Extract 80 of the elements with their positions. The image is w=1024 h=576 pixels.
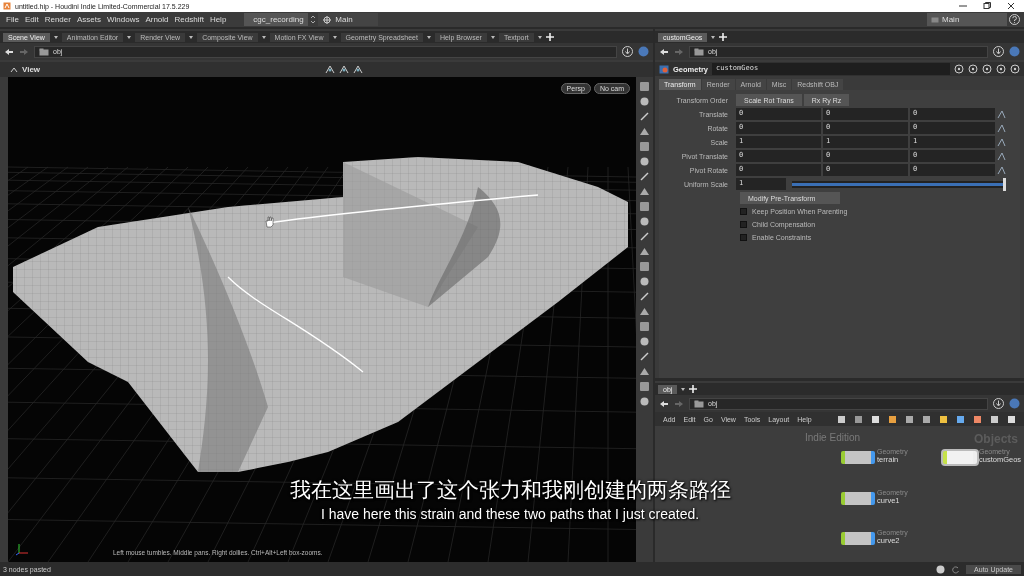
link-circle-icon[interactable] bbox=[638, 46, 649, 57]
view-menu-icon[interactable] bbox=[10, 65, 18, 74]
tab-menu-icon[interactable] bbox=[188, 34, 195, 40]
tab-menu-icon[interactable] bbox=[52, 34, 59, 40]
slider-track[interactable] bbox=[792, 180, 1006, 188]
display-tool-icon[interactable] bbox=[639, 171, 650, 182]
display-tool-icon[interactable] bbox=[639, 96, 650, 107]
slider-handle[interactable] bbox=[1003, 177, 1006, 191]
display-tool-icon[interactable] bbox=[639, 291, 650, 302]
display-tool-icon[interactable] bbox=[639, 396, 650, 407]
menu-item[interactable]: Redshift bbox=[172, 15, 206, 24]
desktop-selector[interactable]: cgc_recording bbox=[244, 13, 309, 26]
tab-menu-icon[interactable] bbox=[710, 34, 717, 40]
display-tool-icon[interactable] bbox=[639, 186, 650, 197]
back-arrow-icon[interactable] bbox=[4, 47, 14, 56]
display-tool-icon[interactable] bbox=[639, 306, 650, 317]
context-selector[interactable]: Main bbox=[927, 13, 1007, 26]
network-node[interactable] bbox=[841, 451, 875, 464]
cook-icon bbox=[936, 564, 946, 574]
network-node[interactable] bbox=[841, 532, 875, 545]
folder-icon bbox=[694, 47, 704, 56]
display-tool-icon[interactable] bbox=[639, 111, 650, 122]
add-tab-icon[interactable] bbox=[689, 385, 698, 393]
pin-icon[interactable] bbox=[622, 46, 633, 57]
folder-icon bbox=[39, 47, 49, 56]
back-arrow-icon[interactable] bbox=[659, 399, 669, 408]
tab-menu-icon[interactable] bbox=[260, 34, 267, 40]
checkbox[interactable] bbox=[740, 234, 747, 241]
subtitle-text: I have here this strain and these two paths that I just created. bbox=[320, 506, 700, 522]
display-tool-icon[interactable] bbox=[639, 276, 650, 287]
link-circle-icon[interactable] bbox=[1009, 398, 1020, 409]
display-tool-icon[interactable] bbox=[639, 156, 650, 167]
slider-fill[interactable] bbox=[792, 182, 1003, 186]
pin-icon[interactable] bbox=[993, 398, 1004, 409]
menu-item[interactable]: Windows bbox=[104, 15, 142, 24]
display-tool-icon[interactable] bbox=[639, 141, 650, 152]
display-tool-icon[interactable] bbox=[639, 351, 650, 362]
subtitle-text: 我在这里画出了这个张力和我刚创建的两条路径 bbox=[289, 477, 731, 504]
checkbox[interactable] bbox=[740, 221, 747, 228]
display-tool-icon[interactable] bbox=[639, 381, 650, 392]
checkbox[interactable] bbox=[740, 208, 747, 215]
hand-cursor-icon bbox=[264, 216, 274, 228]
view-title: View bbox=[22, 65, 41, 74]
tab-menu-icon[interactable] bbox=[536, 34, 543, 40]
menu-item[interactable]: Assets bbox=[74, 15, 103, 24]
display-tool-icon[interactable] bbox=[639, 246, 650, 257]
display-tool-icon[interactable] bbox=[639, 231, 650, 242]
refresh-icon[interactable] bbox=[951, 564, 961, 574]
display-tool-icon[interactable] bbox=[639, 261, 650, 272]
tab-menu-icon[interactable] bbox=[425, 34, 432, 40]
display-tool-icon[interactable] bbox=[639, 216, 650, 227]
menu-item[interactable]: File bbox=[4, 15, 21, 24]
add-tab-icon[interactable] bbox=[719, 33, 728, 41]
tab-menu-icon[interactable] bbox=[489, 34, 496, 40]
display-tool-icon[interactable] bbox=[639, 81, 650, 92]
tab-menu-icon[interactable] bbox=[680, 386, 687, 392]
display-tool-icon[interactable] bbox=[639, 126, 650, 137]
context-selector[interactable]: Main bbox=[318, 13, 379, 26]
menu-item[interactable]: Help bbox=[207, 15, 229, 24]
menu-item[interactable]: Arnold bbox=[143, 15, 171, 24]
tab-menu-icon[interactable] bbox=[331, 34, 338, 40]
axis-gizmo-icon bbox=[16, 542, 30, 556]
stepper-icon[interactable] bbox=[310, 15, 317, 24]
menu-item[interactable]: Render bbox=[42, 15, 73, 24]
display-tool-icon[interactable] bbox=[639, 366, 650, 377]
back-arrow-icon[interactable] bbox=[659, 47, 669, 56]
link-circle-icon[interactable] bbox=[1009, 46, 1020, 57]
add-tab-icon[interactable] bbox=[545, 33, 554, 41]
geometry-node-icon bbox=[659, 64, 669, 74]
network-node[interactable] bbox=[841, 492, 875, 505]
desktop-icon bbox=[931, 15, 939, 24]
display-tool-icon[interactable] bbox=[639, 201, 650, 212]
folder-icon bbox=[694, 399, 704, 408]
display-tool-icon[interactable] bbox=[639, 321, 650, 332]
display-tool-icon[interactable] bbox=[639, 336, 650, 347]
menu-item[interactable]: Edit bbox=[22, 15, 41, 24]
edition-watermark: Indie Edition bbox=[805, 432, 861, 443]
move-icon bbox=[323, 15, 332, 24]
pin-icon[interactable] bbox=[993, 46, 1004, 57]
tab-menu-icon[interactable] bbox=[126, 34, 133, 40]
